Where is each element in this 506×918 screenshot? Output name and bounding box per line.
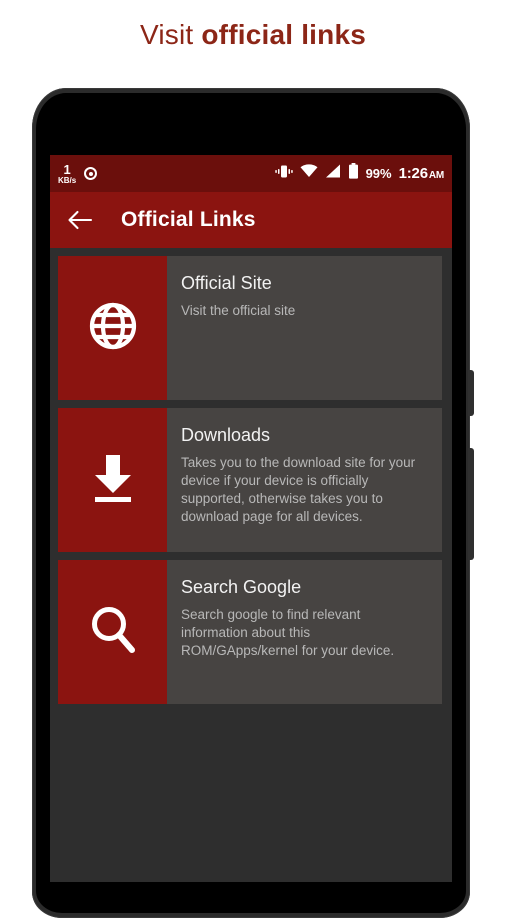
status-bar-left-group: 1 KB/s xyxy=(58,163,98,185)
wifi-icon xyxy=(300,164,318,183)
card-text-block: Official Site Visit the official site xyxy=(167,256,442,400)
status-clock: 1:26AM xyxy=(398,165,445,182)
phone-screen: 1 KB/s 99% 1:26AM Official Links Officia… xyxy=(50,155,452,882)
app-bar: Official Links xyxy=(50,192,452,248)
card-title: Official Site xyxy=(181,273,272,293)
status-clock-time: 1:26 xyxy=(398,165,428,182)
battery-percent-label: 99% xyxy=(365,166,392,181)
search-icon xyxy=(87,603,139,662)
globe-icon xyxy=(86,299,140,358)
arrow-back-icon[interactable] xyxy=(67,207,93,233)
download-icon xyxy=(88,451,138,510)
card-description: Takes you to the download site for your … xyxy=(181,455,416,524)
official-links-list: Official Site Visit the official site Do… xyxy=(50,248,452,704)
app-bar-title: Official Links xyxy=(121,208,256,231)
card-title: Search Google xyxy=(181,577,302,597)
battery-full-icon xyxy=(348,163,359,184)
volume-rocker-button[interactable] xyxy=(468,370,474,416)
card-official-site[interactable]: Official Site Visit the official site xyxy=(58,256,442,400)
network-speed-indicator: 1 KB/s xyxy=(58,163,76,185)
card-icon-tile xyxy=(58,560,167,704)
card-description: Search google to find relevant informati… xyxy=(181,607,395,658)
card-text-block: Downloads Takes you to the download site… xyxy=(167,408,442,552)
card-downloads[interactable]: Downloads Takes you to the download site… xyxy=(58,408,442,552)
card-icon-tile xyxy=(58,256,167,400)
network-speed-unit: KB/s xyxy=(58,175,77,185)
promo-heading: Visit official links xyxy=(0,18,506,52)
card-title: Downloads xyxy=(181,425,271,445)
card-text-block: Search Google Search google to find rele… xyxy=(167,560,442,704)
cell-signal-icon xyxy=(325,164,341,183)
status-bar: 1 KB/s 99% 1:26AM xyxy=(50,155,452,192)
card-icon-tile xyxy=(58,408,167,552)
power-button[interactable] xyxy=(468,448,474,560)
card-search-google[interactable]: Search Google Search google to find rele… xyxy=(58,560,442,704)
promo-heading-bold: official links xyxy=(201,19,366,50)
network-speed-value: 1 xyxy=(63,161,71,177)
card-description: Visit the official site xyxy=(181,303,296,318)
vibrate-icon xyxy=(274,164,293,184)
status-clock-ampm: AM xyxy=(428,170,444,181)
status-bar-right-group: 99% 1:26AM xyxy=(274,163,445,184)
promo-heading-light: Visit xyxy=(140,19,202,50)
record-dot-icon xyxy=(84,167,98,180)
